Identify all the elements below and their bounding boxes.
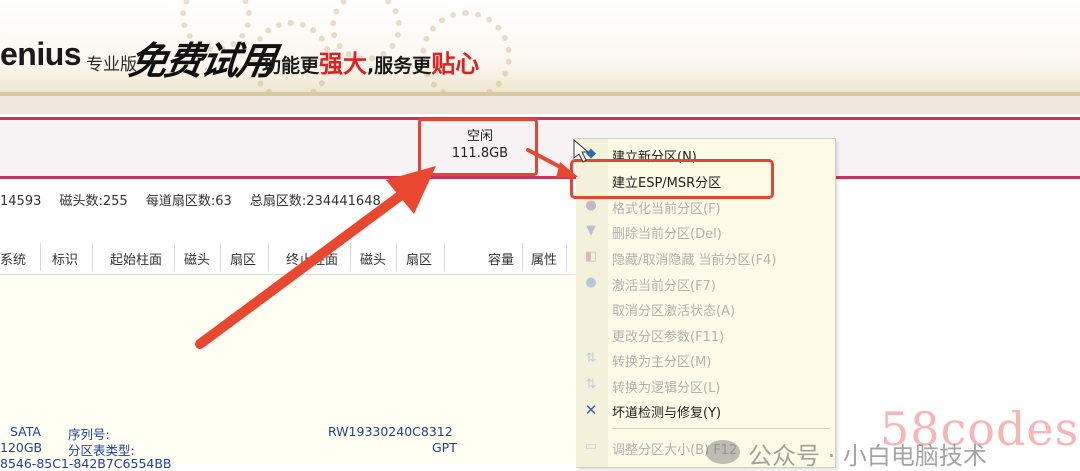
resize-icon: ▭: [584, 439, 598, 454]
column-divider: [444, 243, 445, 271]
menu-item-convert-primary[interactable]: 转换为主分区(M): [612, 351, 711, 370]
slogan-part: ,服务更: [367, 55, 432, 77]
app-banner: enius 专业版 免费试用 功能更强大,服务更贴心: [0, 0, 1080, 92]
disk-partition-map[interactable]: [0, 117, 1080, 179]
menu-separator: [612, 428, 830, 429]
cylinders-value: 14593: [0, 194, 42, 209]
column-divider: [220, 243, 221, 271]
menu-item-delete-partition[interactable]: 删除当前分区(Del): [612, 223, 722, 242]
menu-item-hide-partition[interactable]: 隐藏/取消隐藏 当前分区(F4): [612, 249, 776, 268]
slogan-part: 功能更: [262, 55, 320, 77]
column-header-filesystem[interactable]: 系统: [0, 249, 26, 268]
column-header-head[interactable]: 磁头: [184, 249, 210, 268]
column-divider: [174, 243, 175, 271]
column-header-capacity[interactable]: 容量: [488, 249, 514, 268]
menu-item-activate-partition[interactable]: 激活当前分区(F7): [612, 275, 716, 294]
heads-value: 磁头数:255: [59, 194, 128, 209]
format-icon: ●: [585, 198, 597, 213]
brand-logo-text: enius: [0, 36, 82, 72]
serial-number-value: RW19330240C8312: [328, 424, 453, 439]
sectors-per-track-value: 每道扇区数:63: [145, 194, 232, 209]
convert-logical-icon: ⇅: [585, 377, 597, 392]
free-trial-text: 免费试用: [125, 38, 278, 83]
column-divider: [566, 243, 567, 271]
slogan-highlight: 贴心: [431, 50, 480, 78]
menu-item-format-partition[interactable]: 格式化当前分区(F): [612, 198, 721, 217]
partition-table-type-value: GPT: [432, 440, 457, 455]
column-header-start-cylinder[interactable]: 起始柱面: [110, 249, 162, 268]
menu-item-deactivate-partition[interactable]: 取消分区激活状态(A): [612, 300, 735, 319]
total-sectors-value: 总扇区数:234441648: [249, 194, 381, 209]
column-header-end-cylinder[interactable]: 终止柱面: [286, 249, 338, 268]
menu-item-change-parameters[interactable]: 更改分区参数(F11): [612, 326, 724, 345]
column-header-id[interactable]: 标识: [52, 249, 78, 268]
toolbar-strip: [0, 96, 1080, 114]
convert-primary-icon: ⇅: [585, 351, 597, 366]
column-divider: [268, 243, 269, 271]
column-divider: [396, 243, 397, 271]
partition-table-type-label: 分区表类型:: [68, 443, 135, 458]
slogan: 功能更强大,服务更贴心: [262, 44, 479, 79]
delete-icon: ▼: [586, 223, 596, 238]
interface-type: SATA: [10, 424, 41, 439]
wechat-watermark: 公众号 · 小白电脑技术: [748, 442, 987, 470]
column-divider: [92, 243, 93, 271]
wechat-icon: [706, 440, 740, 464]
free-space-highlight-box: [418, 118, 538, 176]
menu-item-convert-logical[interactable]: 转换为逻辑分区(L): [612, 377, 720, 396]
menu-item-bad-sector-repair[interactable]: 坏道检测与修复(Y): [612, 402, 721, 421]
column-divider: [522, 243, 523, 271]
hide-icon: ◧: [584, 249, 598, 264]
disk-capacity: 120GB: [0, 440, 43, 455]
column-divider: [350, 243, 351, 271]
column-header-sector[interactable]: 扇区: [230, 249, 256, 268]
slogan-highlight: 强大: [319, 50, 368, 78]
tools-repair-icon: ✕: [584, 401, 598, 419]
disk-info-line: 14593 磁头数:255 每道扇区数:63 总扇区数:234441648: [0, 190, 395, 209]
column-divider: [40, 243, 41, 271]
column-header-end-sector[interactable]: 扇区: [406, 249, 432, 268]
column-header-attribute[interactable]: 属性: [531, 249, 557, 268]
activate-icon: ●: [585, 275, 597, 290]
esp-msr-highlight-box: [570, 159, 774, 199]
column-header-end-head[interactable]: 磁头: [360, 249, 386, 268]
